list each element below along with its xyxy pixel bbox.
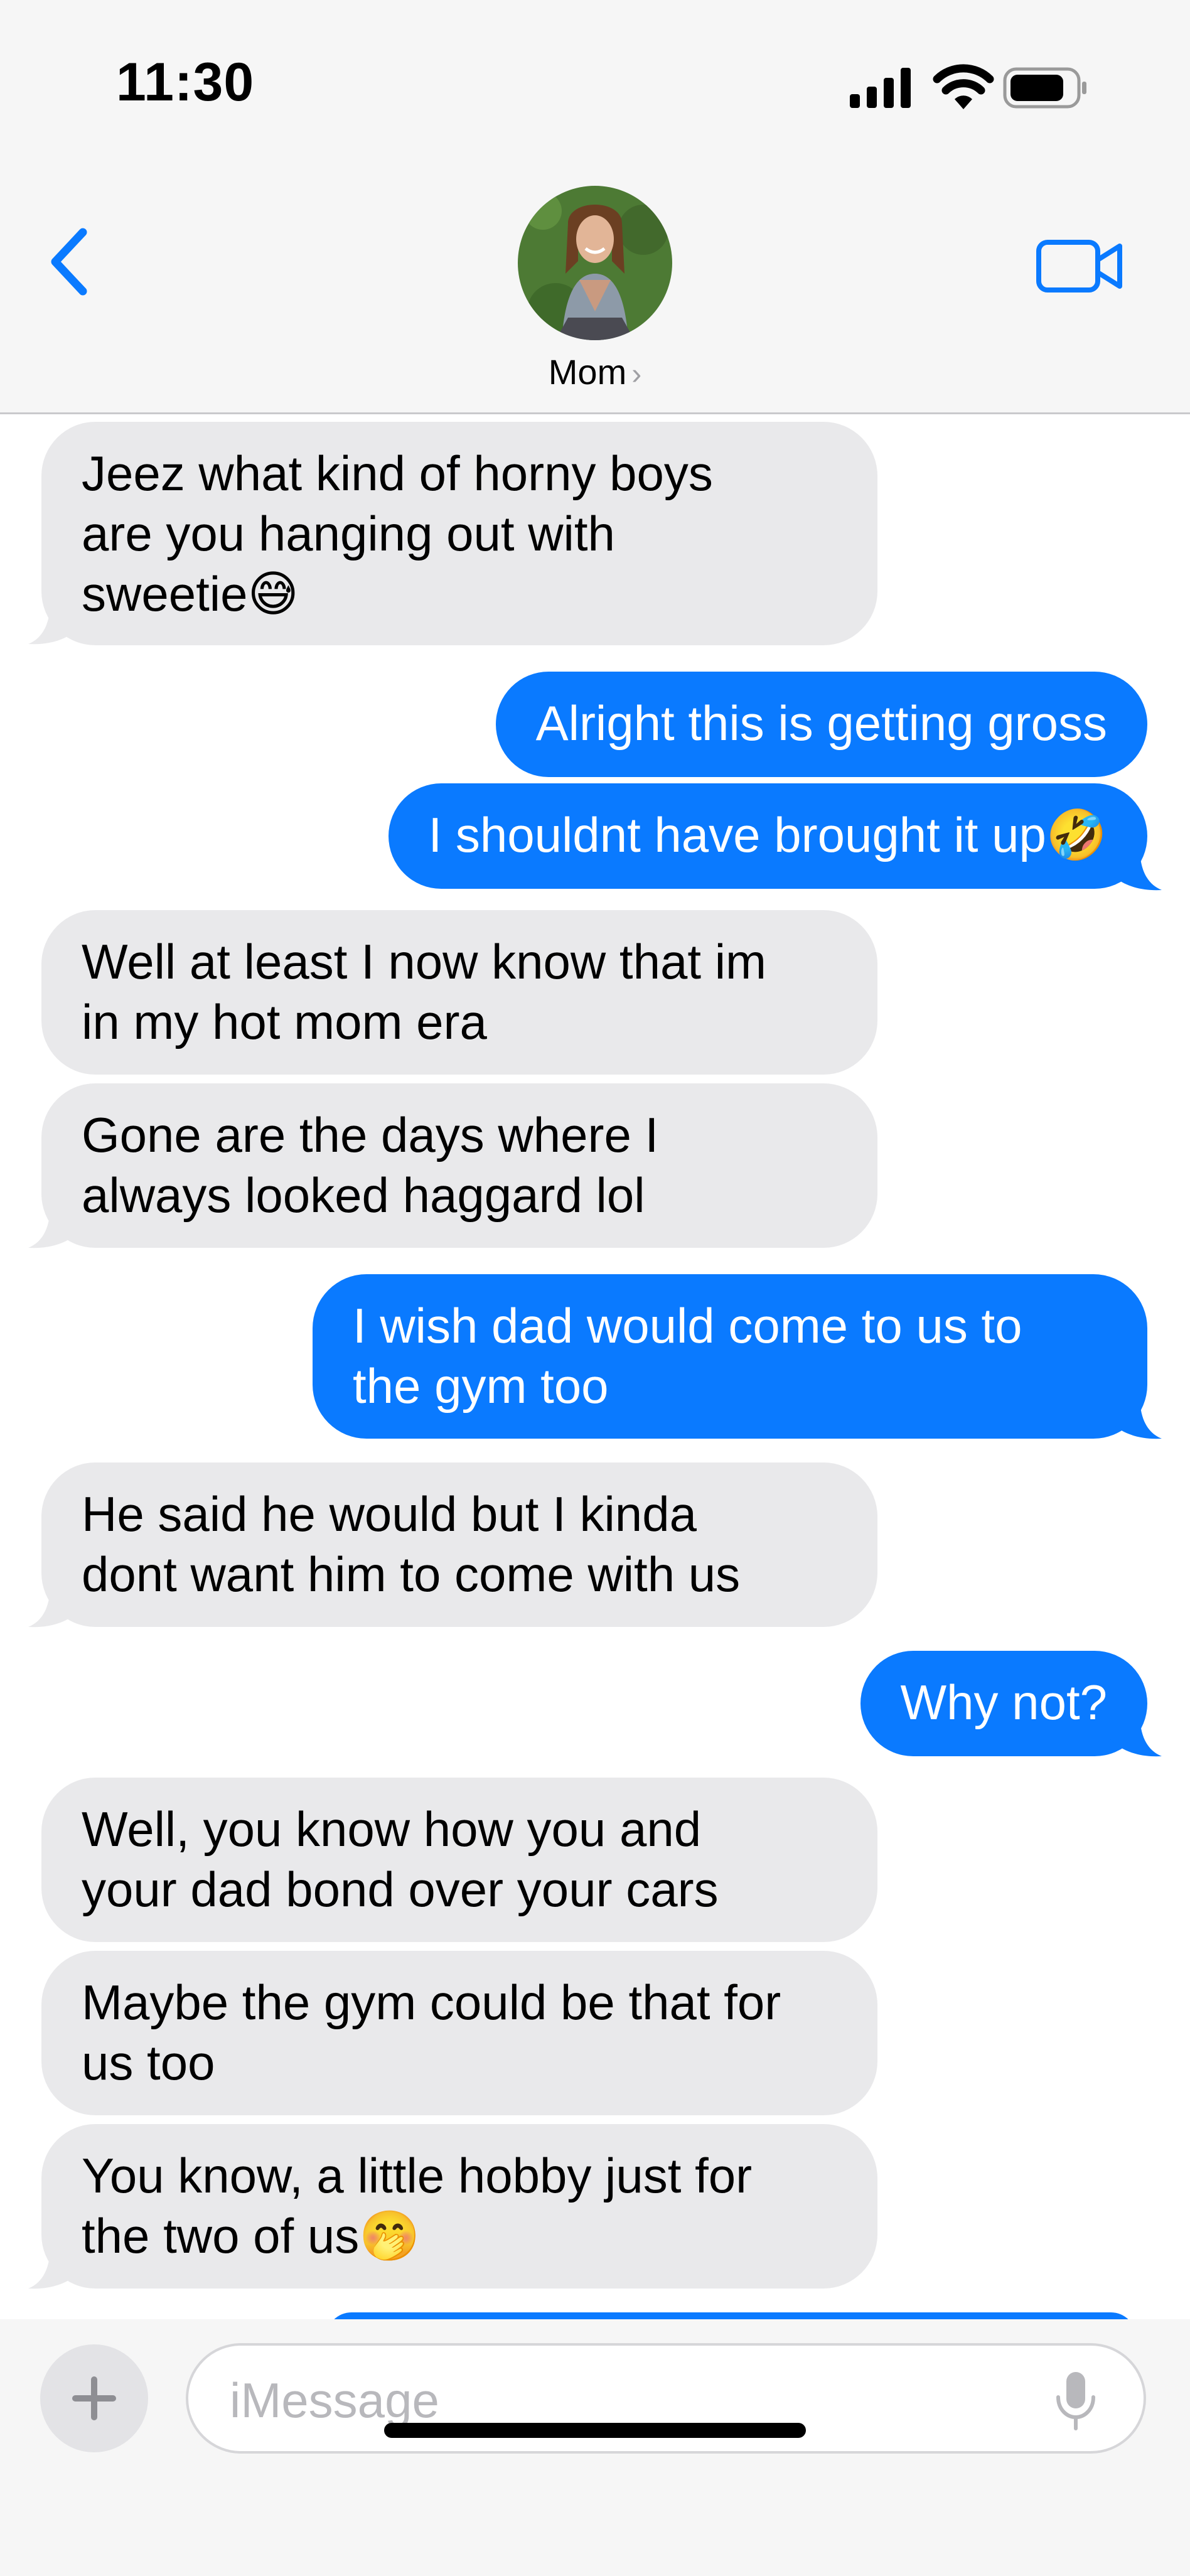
message-bubble-incoming[interactable]: Well at least I now know that im in my h… (41, 910, 877, 1075)
conversation-header: Mom › (0, 157, 1190, 414)
status-bar: 11:30 (0, 0, 1190, 157)
contact-name-button[interactable]: Mom › (0, 352, 1190, 392)
battery-icon (1003, 67, 1086, 109)
message-bubble-incoming[interactable]: You know, a little hobby just for the tw… (41, 2124, 877, 2289)
chevron-right-icon: › (631, 358, 642, 391)
bubble-tail (1110, 1396, 1162, 1439)
home-indicator[interactable] (384, 2423, 806, 2438)
message-bubble-incoming[interactable]: Jeez what kind of horny boys are you han… (41, 422, 877, 645)
bubble-tail (1110, 847, 1162, 891)
avatar[interactable] (518, 186, 672, 340)
plus-icon (72, 2376, 116, 2420)
message-bubble-incoming[interactable]: Well, you know how you and your dad bond… (41, 1778, 877, 1942)
bubble-tail (28, 1584, 80, 1628)
microphone-icon[interactable] (1051, 2369, 1101, 2432)
bubble-tail (28, 2246, 80, 2289)
message-bubble-outgoing[interactable]: Alright this is getting gross (495, 672, 1147, 777)
message-bubble-outgoing[interactable]: Why not? (860, 1651, 1147, 1756)
wifi-icon (933, 64, 994, 109)
message-bubble-outgoing-partial[interactable] (326, 2312, 1136, 2319)
status-time: 11:30 (116, 52, 255, 112)
message-bubble-outgoing[interactable]: I shouldnt have brought it up🤣 (388, 783, 1147, 889)
message-bubble-incoming[interactable]: He said he would but I kinda dont want h… (41, 1462, 877, 1627)
avatar-photo (518, 186, 672, 340)
message-bubble-incoming[interactable]: Maybe the gym could be that for us too (41, 1951, 877, 2115)
signal-icon (850, 68, 911, 108)
message-thread[interactable]: Jeez what kind of horny boys are you han… (0, 414, 1190, 2319)
message-bubble-incoming[interactable]: Gone are the days where I always looked … (41, 1083, 877, 1248)
bubble-tail (28, 601, 80, 645)
back-chevron-icon[interactable] (44, 227, 94, 296)
compose-bar (0, 2319, 1190, 2576)
video-call-icon[interactable] (1036, 237, 1123, 295)
message-bubble-outgoing[interactable]: I wish dad would come to us to the gym t… (313, 1274, 1147, 1439)
bubble-tail (28, 1205, 80, 1248)
message-input[interactable] (228, 2369, 1016, 2431)
contact-name: Mom (548, 352, 627, 392)
add-attachment-button[interactable] (40, 2344, 148, 2452)
bubble-tail (1110, 1714, 1162, 1757)
